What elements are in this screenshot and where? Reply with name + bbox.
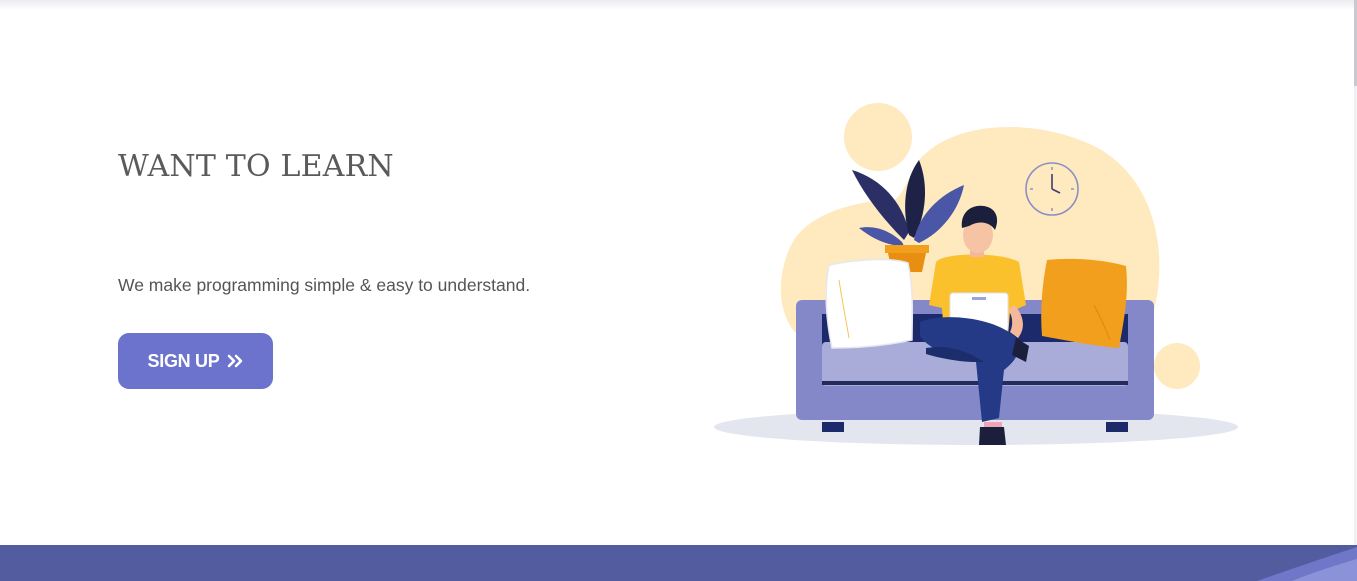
person-shoe-left: [979, 427, 1006, 445]
double-chevron-right-icon: [227, 354, 243, 368]
footer-band: [0, 545, 1357, 581]
white-cushion: [825, 258, 914, 349]
signup-button-label: SIGN UP: [147, 350, 220, 371]
page: WANT TO LEARN We make programming simple…: [0, 0, 1357, 581]
sofa-leg-left: [822, 422, 844, 432]
sofa-illustration: [714, 103, 1238, 445]
orange-cushion: [1041, 258, 1127, 348]
hero-section: WANT TO LEARN We make programming simple…: [118, 0, 638, 545]
sun-circle: [844, 103, 912, 171]
hero-illustration: [714, 100, 1238, 456]
clock-icon: [1025, 162, 1079, 216]
hero-title: WANT TO LEARN: [118, 149, 394, 184]
hero-subtitle: We make programming simple & easy to und…: [118, 275, 531, 295]
sofa-leg-right: [1106, 422, 1128, 432]
small-circle: [1154, 343, 1200, 389]
signup-button[interactable]: SIGN UP: [118, 333, 273, 389]
footer-wave: [1257, 547, 1357, 581]
